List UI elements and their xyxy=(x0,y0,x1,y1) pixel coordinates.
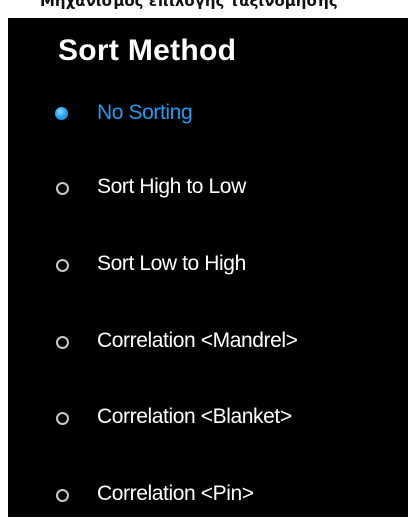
option-label: No Sorting xyxy=(97,101,193,124)
option-label: Sort Low to High xyxy=(97,252,246,275)
top-cropped-header: Μηχανισμός επιλογής ταξινόμησης xyxy=(0,0,414,18)
option-no-sorting[interactable]: No Sorting xyxy=(8,93,408,137)
sort-method-panel: Sort Method No Sorting Sort High to Low … xyxy=(8,18,408,517)
radio-unselected-icon[interactable] xyxy=(56,182,69,195)
option-label: Correlation <Pin> xyxy=(97,482,254,505)
radio-unselected-icon[interactable] xyxy=(56,336,69,349)
option-correlation-pin[interactable]: Correlation <Pin> xyxy=(8,474,408,518)
radio-unselected-icon[interactable] xyxy=(56,489,69,502)
option-label: Correlation <Blanket> xyxy=(97,405,292,428)
radio-selected-icon[interactable] xyxy=(55,107,68,120)
top-cropped-header-text: Μηχανισμός επιλογής ταξινόμησης xyxy=(40,0,338,10)
option-sort-high-to-low[interactable]: Sort High to Low xyxy=(8,167,408,211)
option-correlation-mandrel[interactable]: Correlation <Mandrel> xyxy=(8,321,408,365)
option-correlation-blanket[interactable]: Correlation <Blanket> xyxy=(8,397,408,441)
option-label: Sort High to Low xyxy=(97,175,246,198)
radio-unselected-icon[interactable] xyxy=(56,412,69,425)
option-label: Correlation <Mandrel> xyxy=(97,329,298,352)
option-sort-low-to-high[interactable]: Sort Low to High xyxy=(8,244,408,288)
sort-method-radio-group: No Sorting Sort High to Low Sort Low to … xyxy=(8,18,408,517)
radio-unselected-icon[interactable] xyxy=(56,259,69,272)
